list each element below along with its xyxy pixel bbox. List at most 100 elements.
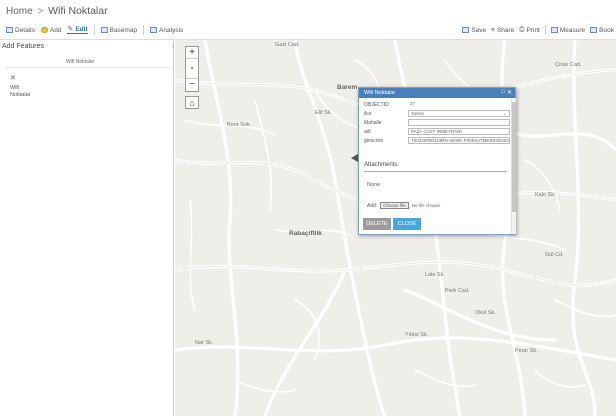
share-button[interactable]: ≡ Share [491,27,514,34]
feature-template-wifi[interactable]: ✕ Wifi Noktalar [10,74,50,99]
popup-body: OBJECTID 27 ilce Sahne ⌄ Mahalle adi PAZ… [359,98,511,234]
breadcrumb-separator: > [37,6,44,17]
popup-actions: DELETE CLOSE [363,218,421,230]
save-icon [462,27,470,33]
close-icon[interactable]: ✕ [507,89,512,96]
save-button[interactable]: Save [462,27,486,34]
popup-pointer [351,154,358,162]
bookmark-icon [590,27,598,33]
collapse-panel-icon[interactable]: ‹ [172,44,174,50]
share-icon: ≡ [491,26,495,34]
street-label: Gül Cd. [545,252,564,258]
field-label: Mahalle [364,120,382,126]
point-symbol-icon: ✕ [10,75,16,82]
attachments-heading: Attachments: [364,162,400,168]
template-label-line-1: Wifi [10,85,20,91]
home-extent-button[interactable]: ⌂ [185,96,199,109]
print-label: Print [526,26,540,34]
measure-label: Measure [559,26,586,34]
share-label: Share [496,26,515,34]
street-label: Bora Sok. [227,122,252,128]
add-attachment-label: Add: [367,202,378,209]
field-label: ilce [364,111,372,117]
add-icon [40,27,48,33]
field-row-objectid: OBJECTID 27 [364,101,510,109]
chevron-down-icon: ⌄ [502,111,507,117]
maximize-icon[interactable]: □ [501,89,505,95]
street-label: Kale Sk. [535,192,556,198]
popup-scrollbar[interactable] [511,98,516,234]
mahalle-input[interactable] [408,119,510,126]
save-label: Save [471,26,487,34]
edit-button[interactable]: ✎ Edit [67,25,88,34]
analysis-icon [150,27,158,33]
pencil-icon: ✎ [67,25,74,33]
zoom-slider[interactable]: ▪ [186,59,198,79]
adi-input[interactable]: PAZA CAST IRMEYDANI [408,128,510,135]
panel-title: Add Features [2,43,45,50]
page-title: Wifi Noktalar [48,5,108,17]
toolbar-divider [544,25,546,35]
layer-section: Wifi Noktalar [6,56,170,68]
giriscicie-input[interactable]: T0033000N10BFN-W00K-P00E0ATMER0200301 [408,137,510,144]
street-label: Elif Sk. [315,110,333,116]
print-button[interactable]: ⎙ Print [519,26,540,34]
zoom-out-button[interactable]: − [186,79,198,91]
field-row-ilce: ilce Sahne ⌄ [364,110,510,118]
details-icon [6,27,13,33]
zoom-in-button[interactable]: + [186,47,198,59]
breadcrumb: Home > Wifi Noktalar [6,5,108,17]
street-label: Yıldız Sk. [405,332,429,338]
print-icon: ⎙ [519,26,525,33]
field-row-giriscicie: giriscicie T0033000N10BFN-W00K-P00E0ATME… [364,137,510,145]
ilce-selected-value: Sahne [411,111,425,116]
street-label: Park Cad. [445,288,470,294]
close-button[interactable]: CLOSE [393,218,421,230]
analysis-button[interactable]: Analysis [150,27,183,34]
feature-edit-popup: Wifi Noktalar □ ✕ OBJECTID 27 ilce Sahne… [358,87,516,235]
field-label: giriscicie [364,138,384,144]
toolbar-divider [93,25,95,35]
bookmarks-button[interactable]: Book [590,27,614,34]
choose-file-button[interactable]: Choose file [380,202,409,209]
field-label: OBJECTID [364,102,389,108]
basemap-button[interactable]: Basemap [100,26,138,34]
attachments-divider [364,171,507,172]
home-extent-icon: ⌂ [189,98,195,108]
analysis-label: Analysis [159,26,184,34]
measure-icon [550,27,558,33]
popup-title: Wifi Noktalar [364,90,396,96]
street-label: Nar Sk. [195,340,214,346]
popup-header: Wifi Noktalar □ ✕ [359,88,515,98]
add-attachment-row: Add: Choose file No file chosen [367,202,440,209]
template-label-line-2: Noktalar [10,92,31,98]
add-label: Add [49,26,62,34]
street-label: Okul Sk. [475,310,496,316]
zoom-control: + ▪ − [185,46,199,92]
add-features-panel: Add Features ‹ Wifi Noktalar ✕ Wifi Nokt… [0,40,174,416]
measure-button[interactable]: Measure [550,26,586,34]
delete-button[interactable]: DELETE [363,218,391,230]
attachments-none-text: None [367,182,381,188]
field-row-mahalle: Mahalle [364,119,510,127]
street-label: Gazi Cad. [275,42,300,48]
details-label: Details [15,26,35,34]
no-file-text: No file chosen [411,203,441,208]
basemap-label: Basemap [109,26,138,34]
objectid-value: 27 [408,101,510,108]
bookmarks-label: Book [599,26,614,34]
street-label: Pınar Sk. [515,348,538,354]
breadcrumb-home-link[interactable]: Home [6,6,33,17]
app-header: Home > Wifi Noktalar [0,0,616,22]
district-label: Rabaçiftlik [289,230,322,237]
details-button[interactable]: Details [6,27,35,34]
scrollbar-thumb[interactable] [512,102,516,212]
layer-label: Wifi Noktalar [66,59,95,65]
street-label: Lale Sk. [425,272,445,278]
field-row-adi: adi PAZA CAST IRMEYDANI [364,128,510,136]
ilce-select[interactable]: Sahne ⌄ [408,110,510,117]
map-toolbar: Details Add ✎ Edit Basemap Analysis Save… [0,22,616,40]
basemap-icon [100,27,108,33]
add-button[interactable]: Add [40,26,62,34]
field-label: adi [364,129,371,135]
